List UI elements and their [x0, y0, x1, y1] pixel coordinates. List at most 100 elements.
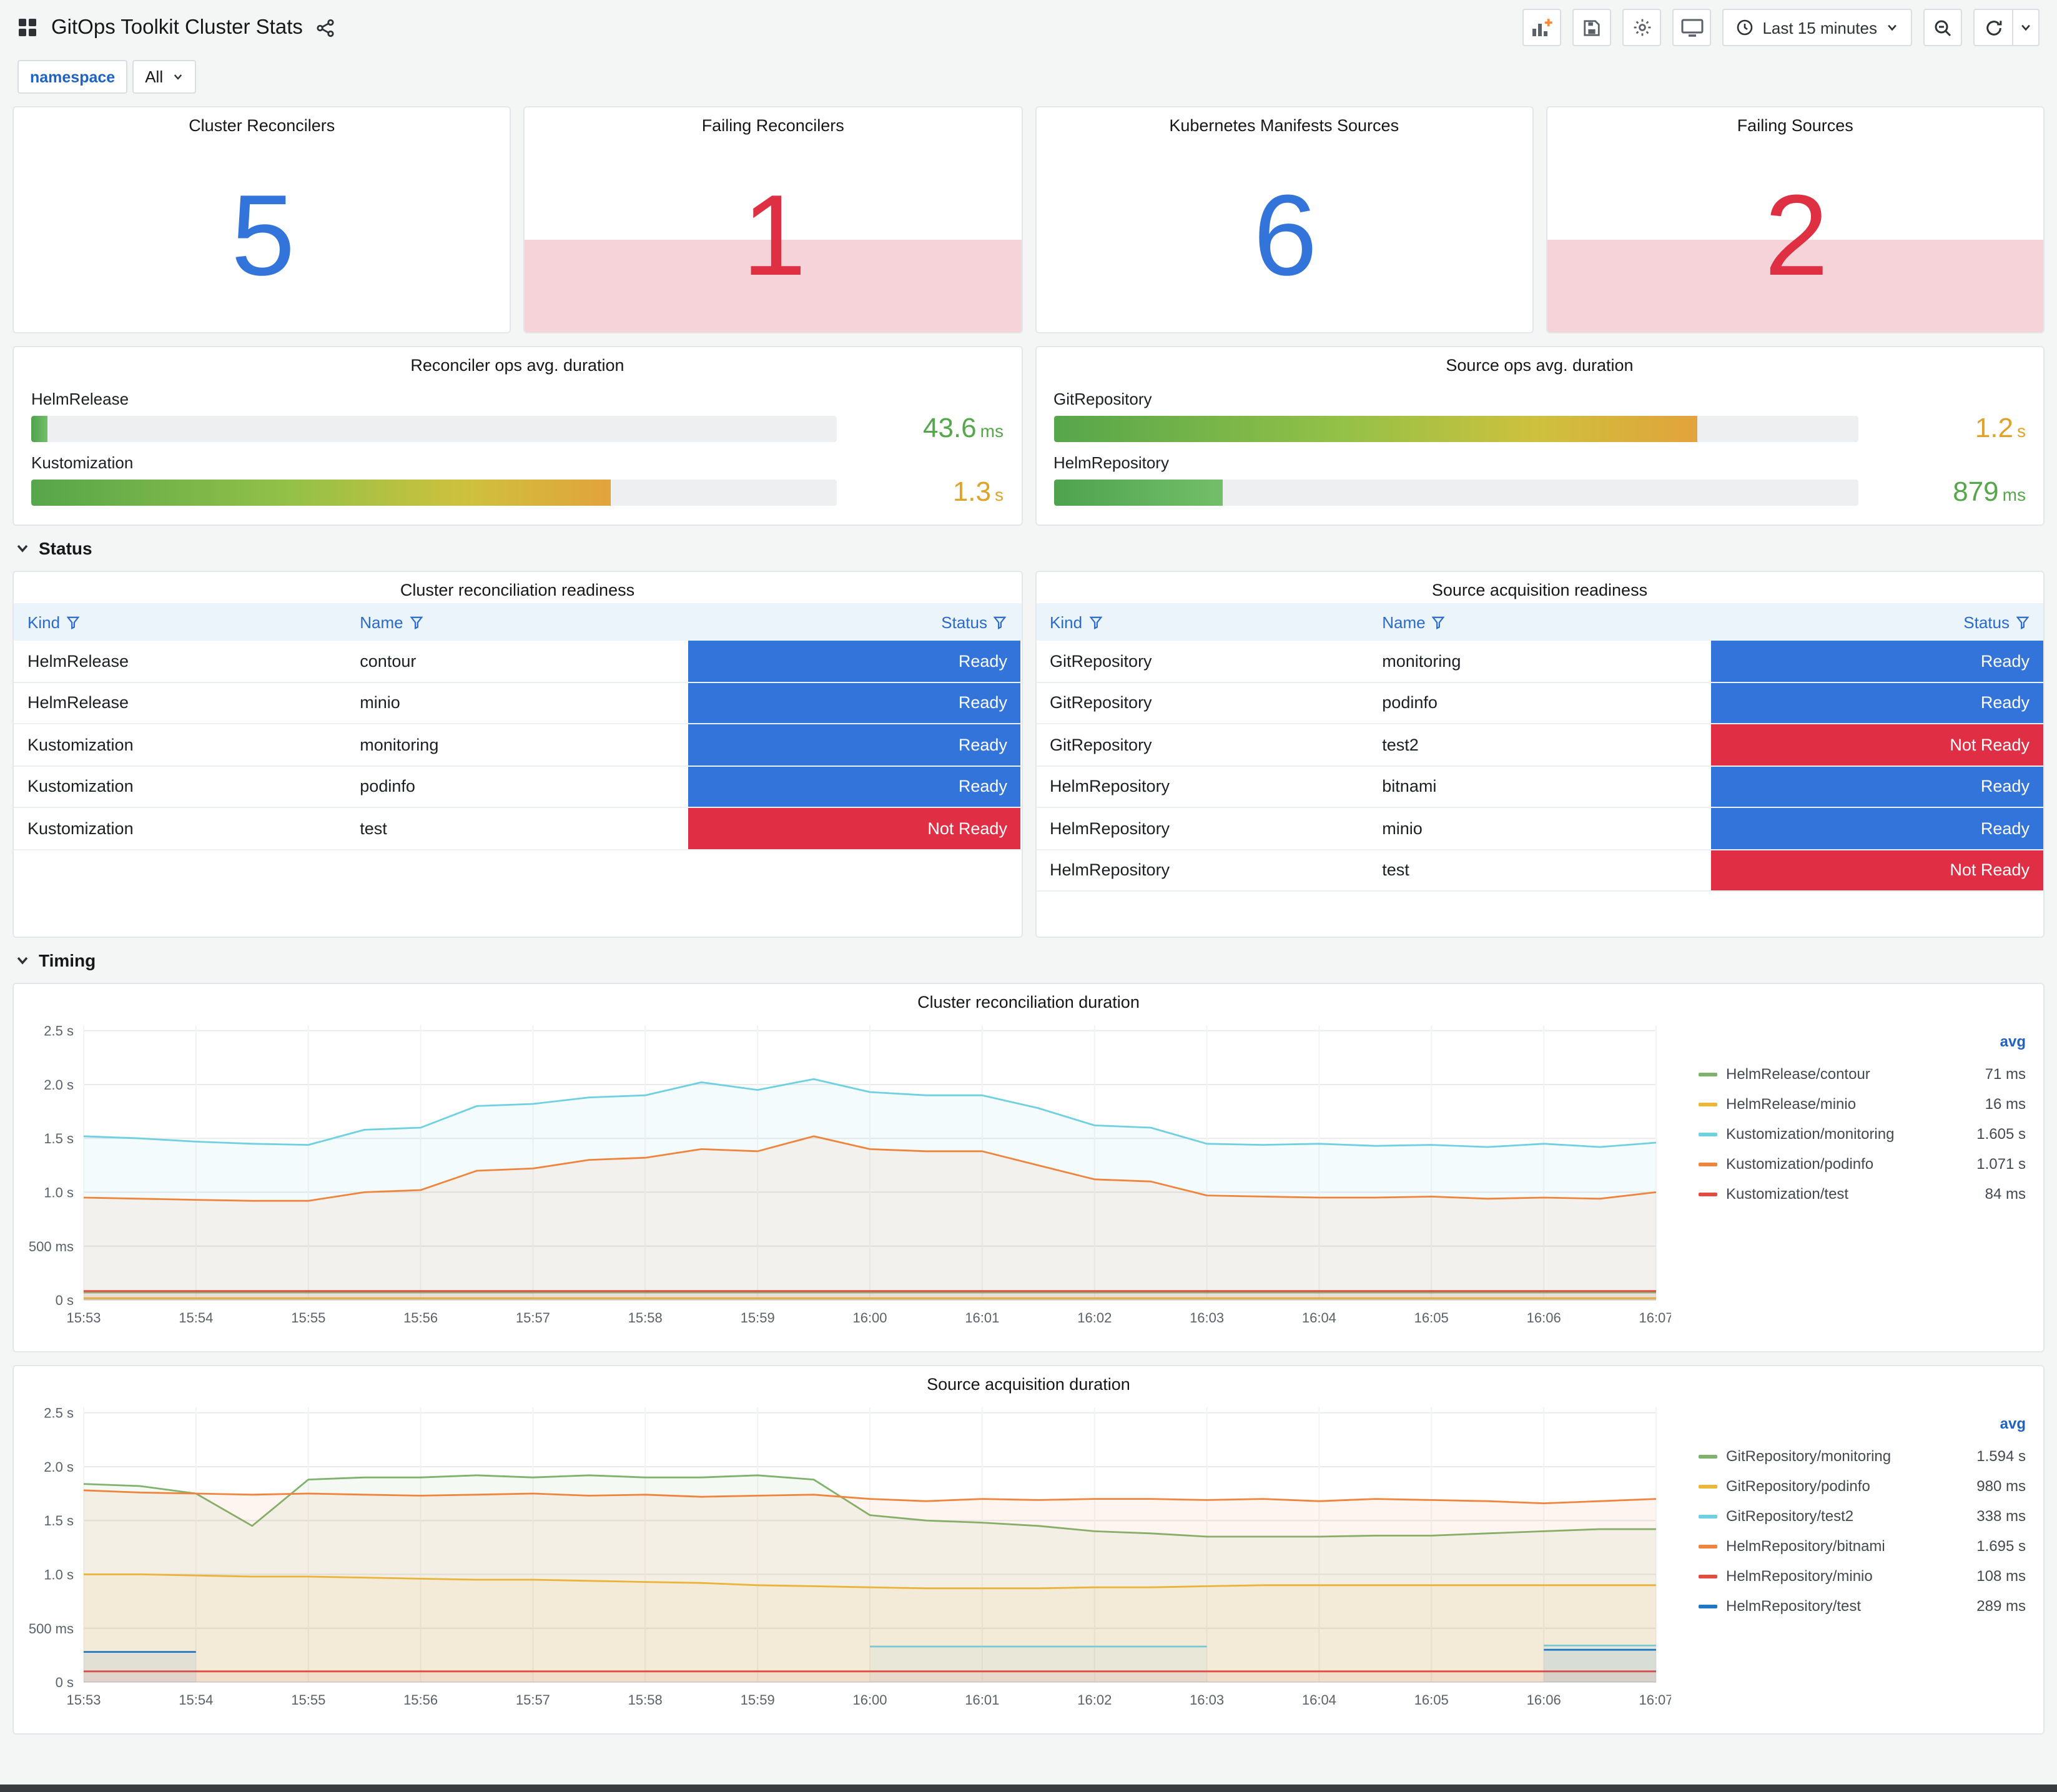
- table-row[interactable]: HelmRepository minio Ready: [1036, 808, 2043, 850]
- column-header-status[interactable]: Status: [689, 603, 1021, 641]
- add-panel-button[interactable]: [1522, 9, 1562, 46]
- status-badge: Ready: [688, 766, 1021, 807]
- legend-avg-header: avg: [2000, 1033, 2026, 1050]
- timeseries-plot[interactable]: 0 s 500 ms 1.0 s 1.5 s 2.0 s 2.5 s 15:53 15:54 1…: [16, 1397, 1674, 1725]
- column-header-name[interactable]: Name: [1368, 603, 1710, 641]
- legend-item[interactable]: HelmRelease/minio 16 ms: [1699, 1089, 2026, 1119]
- column-header-status[interactable]: Status: [1711, 603, 2043, 641]
- legend-item[interactable]: HelmRelease/contour 71 ms: [1699, 1059, 2026, 1089]
- table-row[interactable]: Kustomization test Not Ready: [14, 808, 1021, 850]
- cell-kind: GitRepository: [1050, 693, 1152, 712]
- series-avg: 16 ms: [1985, 1095, 2026, 1113]
- value-number: 1.2: [1975, 412, 2013, 443]
- cell-status: Not Ready: [1710, 724, 2043, 765]
- zoom-out-button[interactable]: [1923, 9, 1962, 46]
- legend-item[interactable]: GitRepository/monitoring 1.594 s: [1699, 1441, 2026, 1471]
- svg-text:15:53: 15:53: [66, 1310, 101, 1326]
- status-badge: Ready: [1710, 766, 2043, 807]
- cell-name: minio: [1382, 819, 1423, 838]
- column-header-name[interactable]: Name: [346, 603, 688, 641]
- series-name: HelmRepository/bitnami: [1726, 1537, 1885, 1555]
- value-number: 43.6: [923, 412, 977, 443]
- svg-text:500 ms: 500 ms: [29, 1621, 74, 1637]
- cell-status: Ready: [688, 724, 1021, 765]
- section-timing[interactable]: Timing: [12, 938, 2045, 983]
- table-body: HelmRelease contour Ready HelmRelease minio R…: [14, 641, 1021, 937]
- stat-body: 6: [1036, 139, 1532, 332]
- column-header-kind[interactable]: Kind: [14, 603, 346, 641]
- table-row[interactable]: HelmRepository bitnami Ready: [1036, 766, 2043, 808]
- legend: avg HelmRelease/contour 71 ms HelmRelease/m…: [1699, 1015, 2043, 1351]
- column-header-kind[interactable]: Kind: [1036, 603, 1368, 641]
- legend-item[interactable]: HelmRepository/test 289 ms: [1699, 1591, 2026, 1621]
- svg-text:16:04: 16:04: [1302, 1310, 1336, 1326]
- cell-status: Not Ready: [688, 808, 1021, 849]
- bargauge-body: GitRepository 1.2 s HelmRepository 879 ms: [1036, 378, 2043, 508]
- time-range-label: Last 15 minutes: [1762, 18, 1877, 37]
- cell-kind: HelmRepository: [1050, 860, 1170, 880]
- cycle-view-mode-button[interactable]: [1672, 9, 1712, 46]
- filter-icon[interactable]: [2016, 615, 2030, 629]
- refresh-interval-dropdown[interactable]: [2012, 9, 2040, 46]
- save-dashboard-button[interactable]: [1572, 9, 1612, 46]
- table-row[interactable]: HelmRelease minio Ready: [14, 682, 1021, 724]
- dashboard-settings-button[interactable]: [1622, 9, 1662, 46]
- legend-item[interactable]: Kustomization/monitoring 1.605 s: [1699, 1119, 2026, 1149]
- status-badge: Ready: [688, 682, 1021, 723]
- svg-text:2.0 s: 2.0 s: [44, 1459, 74, 1475]
- filter-icon[interactable]: [66, 615, 80, 629]
- series-name: Kustomization/test: [1726, 1185, 1849, 1203]
- share-icon[interactable]: [317, 18, 335, 37]
- bargauge-label: Kustomization: [31, 453, 134, 472]
- svg-text:1.0 s: 1.0 s: [44, 1567, 74, 1582]
- chevron-down-icon: [172, 71, 183, 82]
- panel-title: Source ops avg. duration: [1446, 356, 1634, 375]
- svg-text:15:55: 15:55: [291, 1692, 325, 1708]
- svg-text:15:58: 15:58: [628, 1692, 663, 1708]
- refresh-button[interactable]: [1973, 9, 2012, 46]
- section-status[interactable]: Status: [12, 526, 2045, 571]
- dashboard-grid-icon[interactable]: [17, 17, 37, 37]
- svg-text:16:01: 16:01: [965, 1692, 999, 1708]
- cell-name: monitoring: [360, 735, 439, 754]
- time-range-picker[interactable]: Last 15 minutes: [1722, 9, 1912, 46]
- bargauge-track: [1053, 415, 1858, 441]
- table-row[interactable]: HelmRelease contour Ready: [14, 641, 1021, 682]
- legend-item[interactable]: GitRepository/podinfo 980 ms: [1699, 1471, 2026, 1501]
- panel-title: Cluster reconciliation readiness: [400, 581, 635, 599]
- svg-text:16:05: 16:05: [1414, 1692, 1449, 1708]
- bargauge-track: [31, 415, 836, 441]
- table-row[interactable]: GitRepository podinfo Ready: [1036, 682, 2043, 724]
- legend-item[interactable]: HelmRepository/bitnami 1.695 s: [1699, 1531, 2026, 1561]
- bargauge-fill: [31, 479, 611, 505]
- bargauge-panel-reconciler-ops-avg-duration: Reconciler ops avg. duration HelmRelease 4…: [12, 346, 1022, 526]
- table-row[interactable]: HelmRepository test Not Ready: [1036, 850, 2043, 892]
- filter-icon[interactable]: [1088, 615, 1102, 629]
- legend-item[interactable]: HelmRepository/minio 108 ms: [1699, 1561, 2026, 1591]
- filter-icon[interactable]: [994, 615, 1007, 629]
- value-unit: ms: [980, 421, 1004, 441]
- cell-status: Ready: [688, 766, 1021, 807]
- bargauge-fill: [1053, 479, 1223, 505]
- table-row[interactable]: GitRepository monitoring Ready: [1036, 641, 2043, 682]
- table-row[interactable]: GitRepository test2 Not Ready: [1036, 724, 2043, 766]
- table-row[interactable]: Kustomization monitoring Ready: [14, 724, 1021, 766]
- filter-icon[interactable]: [1432, 615, 1446, 629]
- table-header: Kind Name Status: [1036, 603, 2043, 641]
- table-panel-cluster-reconciliation-readiness: Cluster reconciliation readiness Kind Name…: [12, 571, 1022, 938]
- legend-item[interactable]: GitRepository/test2 338 ms: [1699, 1501, 2026, 1531]
- timeseries-plot[interactable]: 0 s 500 ms 1.0 s 1.5 s 2.0 s 2.5 s 15:53 15:54 1…: [16, 1015, 1674, 1342]
- svg-text:16:03: 16:03: [1190, 1310, 1224, 1326]
- filter-icon[interactable]: [410, 615, 423, 629]
- chart-body: 0 s 500 ms 1.0 s 1.5 s 2.0 s 2.5 s 15:53 15:54 1…: [14, 1015, 2043, 1351]
- legend-item[interactable]: Kustomization/podinfo 1.071 s: [1699, 1149, 2026, 1179]
- svg-text:16:07: 16:07: [1639, 1692, 1671, 1708]
- legend-item[interactable]: Kustomization/test 84 ms: [1699, 1179, 2026, 1209]
- table-row[interactable]: Kustomization podinfo Ready: [14, 766, 1021, 808]
- stat-panel-failing-reconcilers: Failing Reconcilers 1: [523, 106, 1022, 333]
- cell-status: Ready: [1710, 682, 2043, 723]
- series-swatch: [1699, 1514, 1717, 1518]
- bargauge-body: HelmRelease 43.6 ms Kustomization 1.3 s: [14, 378, 1021, 508]
- bargauge-track: [31, 479, 836, 505]
- variable-namespace-select[interactable]: All: [132, 60, 196, 94]
